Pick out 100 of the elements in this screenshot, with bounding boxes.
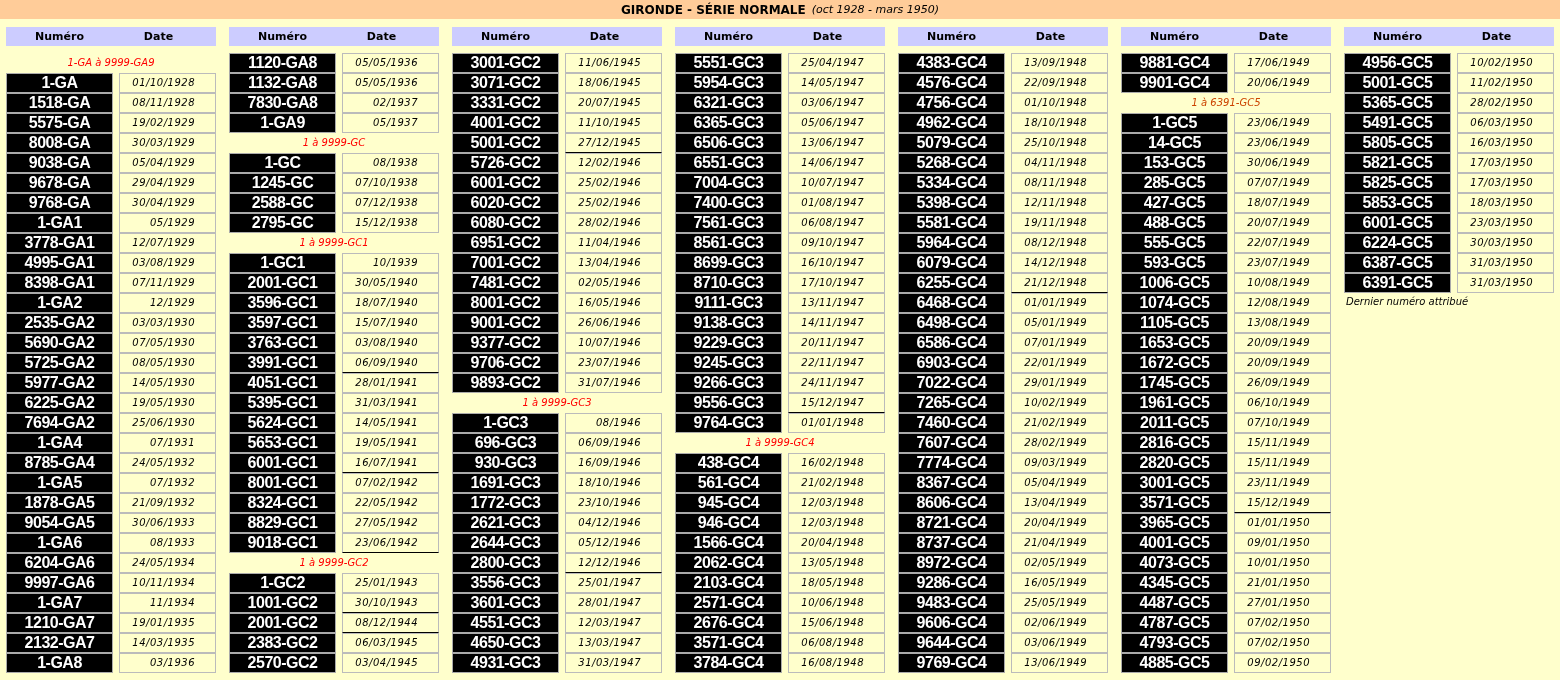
date-cell: 14/05/1930 bbox=[119, 373, 216, 393]
date-cell: 01/01/1950 bbox=[1234, 513, 1331, 533]
plate-number: 5398-GC4 bbox=[898, 193, 1005, 213]
plate-number: 2588-GC bbox=[229, 193, 336, 213]
plate-number: 5821-GC5 bbox=[1344, 153, 1451, 173]
date-cell: 06/08/1947 bbox=[788, 213, 885, 233]
plate-number: 7265-GC4 bbox=[898, 393, 1005, 413]
date-cell: 06/09/1946 bbox=[565, 433, 662, 453]
date-cell: 05/1937 bbox=[342, 113, 439, 133]
series-label: 1 à 9999-GC2 bbox=[298, 556, 370, 570]
date-cell: 21/02/1949 bbox=[1011, 413, 1108, 433]
date-cell: 16/08/1948 bbox=[788, 653, 885, 673]
plate-number: 427-GC5 bbox=[1121, 193, 1228, 213]
plate-number: 4756-GC4 bbox=[898, 93, 1005, 113]
date-cell: 23/07/1946 bbox=[565, 353, 662, 373]
plate-number: 8398-GA1 bbox=[6, 273, 113, 293]
date-cell: 26/09/1949 bbox=[1234, 373, 1331, 393]
date-cell: 09/03/1949 bbox=[1011, 453, 1108, 473]
date-cell: 07/12/1938 bbox=[342, 193, 439, 213]
plate-number: 8737-GC4 bbox=[898, 533, 1005, 553]
series-label: 1 à 9999-GC4 bbox=[744, 436, 816, 450]
plate-number: 6079-GC4 bbox=[898, 253, 1005, 273]
plate-number: 1518-GA bbox=[6, 93, 113, 113]
date-cell: 21/01/1950 bbox=[1234, 573, 1331, 593]
plate-number: 555-GC5 bbox=[1121, 233, 1228, 253]
plate-number: 5805-GC5 bbox=[1344, 133, 1451, 153]
plate-number: 5690-GA2 bbox=[6, 333, 113, 353]
plate-number: 696-GC3 bbox=[452, 433, 559, 453]
plate-number: 7607-GC4 bbox=[898, 433, 1005, 453]
date-cell: 20/07/1949 bbox=[1234, 213, 1331, 233]
header-label: Date bbox=[143, 30, 174, 43]
plate-number: 7400-GC3 bbox=[675, 193, 782, 213]
plate-number: 5001-GC2 bbox=[452, 133, 559, 153]
date-cell: 03/04/1945 bbox=[342, 653, 439, 673]
date-cell: 07/1931 bbox=[119, 433, 216, 453]
date-cell: 22/09/1948 bbox=[1011, 73, 1108, 93]
date-cell: 12/02/1946 bbox=[565, 153, 662, 173]
date-cell: 14/03/1935 bbox=[119, 633, 216, 653]
plate-number: 2383-GC2 bbox=[229, 633, 336, 653]
date-cell: 14/06/1947 bbox=[788, 153, 885, 173]
plate-number: 7004-GC3 bbox=[675, 173, 782, 193]
date-cell: 16/10/1947 bbox=[788, 253, 885, 273]
plate-number: 6225-GA2 bbox=[6, 393, 113, 413]
series-label: 1 à 9999-GC3 bbox=[521, 396, 593, 410]
header-label: Date bbox=[812, 30, 843, 43]
date-cell: 05/01/1949 bbox=[1011, 313, 1108, 333]
plate-number: 9245-GC3 bbox=[675, 353, 782, 373]
plate-number: 3556-GC3 bbox=[452, 573, 559, 593]
date-cell: 20/09/1949 bbox=[1234, 353, 1331, 373]
plate-number: 4962-GC4 bbox=[898, 113, 1005, 133]
header-label: Date bbox=[1035, 30, 1066, 43]
plate-number: 8699-GC3 bbox=[675, 253, 782, 273]
plate-number: 1-GA7 bbox=[6, 593, 113, 613]
plate-number: 6321-GC3 bbox=[675, 93, 782, 113]
plate-number: 3991-GC1 bbox=[229, 353, 336, 373]
plate-number: 5725-GA2 bbox=[6, 353, 113, 373]
header-label: Numéro bbox=[927, 30, 976, 43]
plate-number: 1-GA4 bbox=[6, 433, 113, 453]
header-label: Date bbox=[589, 30, 620, 43]
date-cell: 01/10/1948 bbox=[1011, 93, 1108, 113]
date-cell: 09/02/1950 bbox=[1234, 653, 1331, 673]
date-cell: 27/01/1950 bbox=[1234, 593, 1331, 613]
date-cell: 20/09/1949 bbox=[1234, 333, 1331, 353]
date-cell: 03/1936 bbox=[119, 653, 216, 673]
date-cell: 15/11/1949 bbox=[1234, 453, 1331, 473]
date-cell: 23/03/1950 bbox=[1457, 213, 1554, 233]
date-cell: 07/1932 bbox=[119, 473, 216, 493]
plate-number: 1691-GC3 bbox=[452, 473, 559, 493]
plate-number: 1245-GC bbox=[229, 173, 336, 193]
plate-number: 9706-GC2 bbox=[452, 353, 559, 373]
plate-number: 5575-GA bbox=[6, 113, 113, 133]
date-cell: 02/05/1946 bbox=[565, 273, 662, 293]
date-cell: 07/02/1942 bbox=[342, 473, 439, 493]
plate-number: 1672-GC5 bbox=[1121, 353, 1228, 373]
plate-number: 1-GC5 bbox=[1121, 113, 1228, 133]
plate-number: 4650-GC3 bbox=[452, 633, 559, 653]
plate-number: 8710-GC3 bbox=[675, 273, 782, 293]
plate-number: 9764-GC3 bbox=[675, 413, 782, 433]
plate-number: 4995-GA1 bbox=[6, 253, 113, 273]
date-cell: 10/02/1950 bbox=[1457, 53, 1554, 73]
date-cell: 15/12/1947 bbox=[788, 393, 885, 413]
date-cell: 10/06/1948 bbox=[788, 593, 885, 613]
plate-number: 9286-GC4 bbox=[898, 573, 1005, 593]
date-cell: 21/12/1948 bbox=[1011, 273, 1108, 293]
plate-number: 3778-GA1 bbox=[6, 233, 113, 253]
plate-number: 7830-GA8 bbox=[229, 93, 336, 113]
plate-number: 7022-GC4 bbox=[898, 373, 1005, 393]
date-cell: 18/07/1940 bbox=[342, 293, 439, 313]
date-cell: 15/06/1948 bbox=[788, 613, 885, 633]
plate-number: 8972-GC4 bbox=[898, 553, 1005, 573]
date-cell: 07/10/1949 bbox=[1234, 413, 1331, 433]
date-cell: 05/1929 bbox=[119, 213, 216, 233]
plate-number: 1566-GC4 bbox=[675, 533, 782, 553]
date-cell: 25/04/1947 bbox=[788, 53, 885, 73]
series-label: 1 à 9999-GC bbox=[301, 136, 367, 150]
date-cell: 03/06/1949 bbox=[1011, 633, 1108, 653]
plate-number: 3784-GC4 bbox=[675, 653, 782, 673]
plate-number: 6255-GC4 bbox=[898, 273, 1005, 293]
plate-number: 4931-GC3 bbox=[452, 653, 559, 673]
date-cell: 17/03/1950 bbox=[1457, 153, 1554, 173]
